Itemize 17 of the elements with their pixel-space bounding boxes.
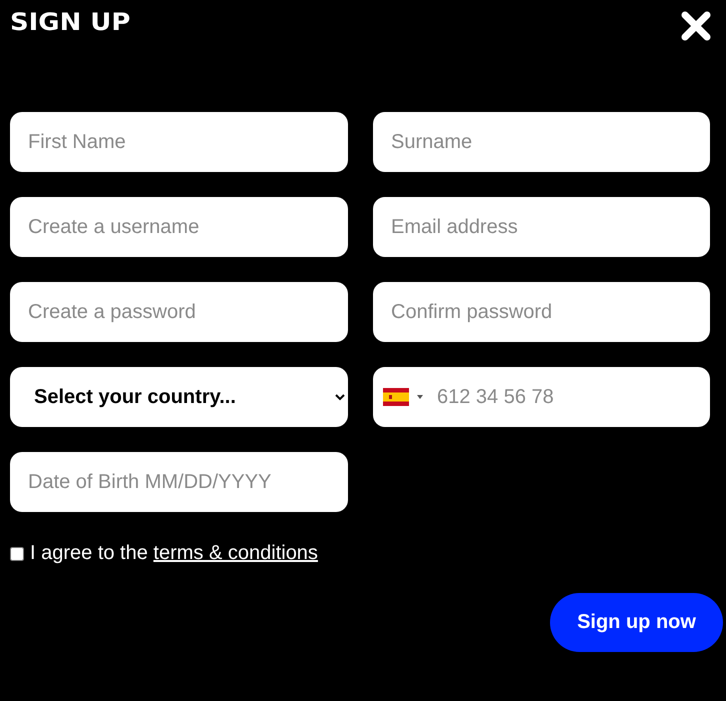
text-field[interactable]: Create a username — [10, 197, 348, 257]
text-field[interactable]: First Name — [10, 112, 348, 172]
caret-icon — [417, 395, 423, 399]
text-field[interactable]: Date of Birth MM/DD/YYYY — [10, 452, 348, 512]
phone-field[interactable]: 612 34 56 78 — [373, 367, 710, 427]
close-icon — [680, 10, 712, 42]
agreement-text: I agree to the terms & conditions — [30, 542, 318, 565]
dialog-title: SIGN UP — [10, 8, 130, 36]
terms-link[interactable]: terms & conditions — [153, 542, 318, 564]
text-field[interactable]: Confirm password — [373, 282, 710, 342]
text-field[interactable]: Surname — [373, 112, 710, 172]
country-select[interactable]: Select your country... — [10, 367, 348, 427]
text-field[interactable]: Email address — [373, 197, 710, 257]
sign-up-button[interactable]: Sign up now — [550, 593, 723, 652]
agree-checkbox[interactable] — [10, 546, 24, 560]
flag-icon[interactable] — [383, 388, 409, 406]
text-field[interactable]: Create a password — [10, 282, 348, 342]
